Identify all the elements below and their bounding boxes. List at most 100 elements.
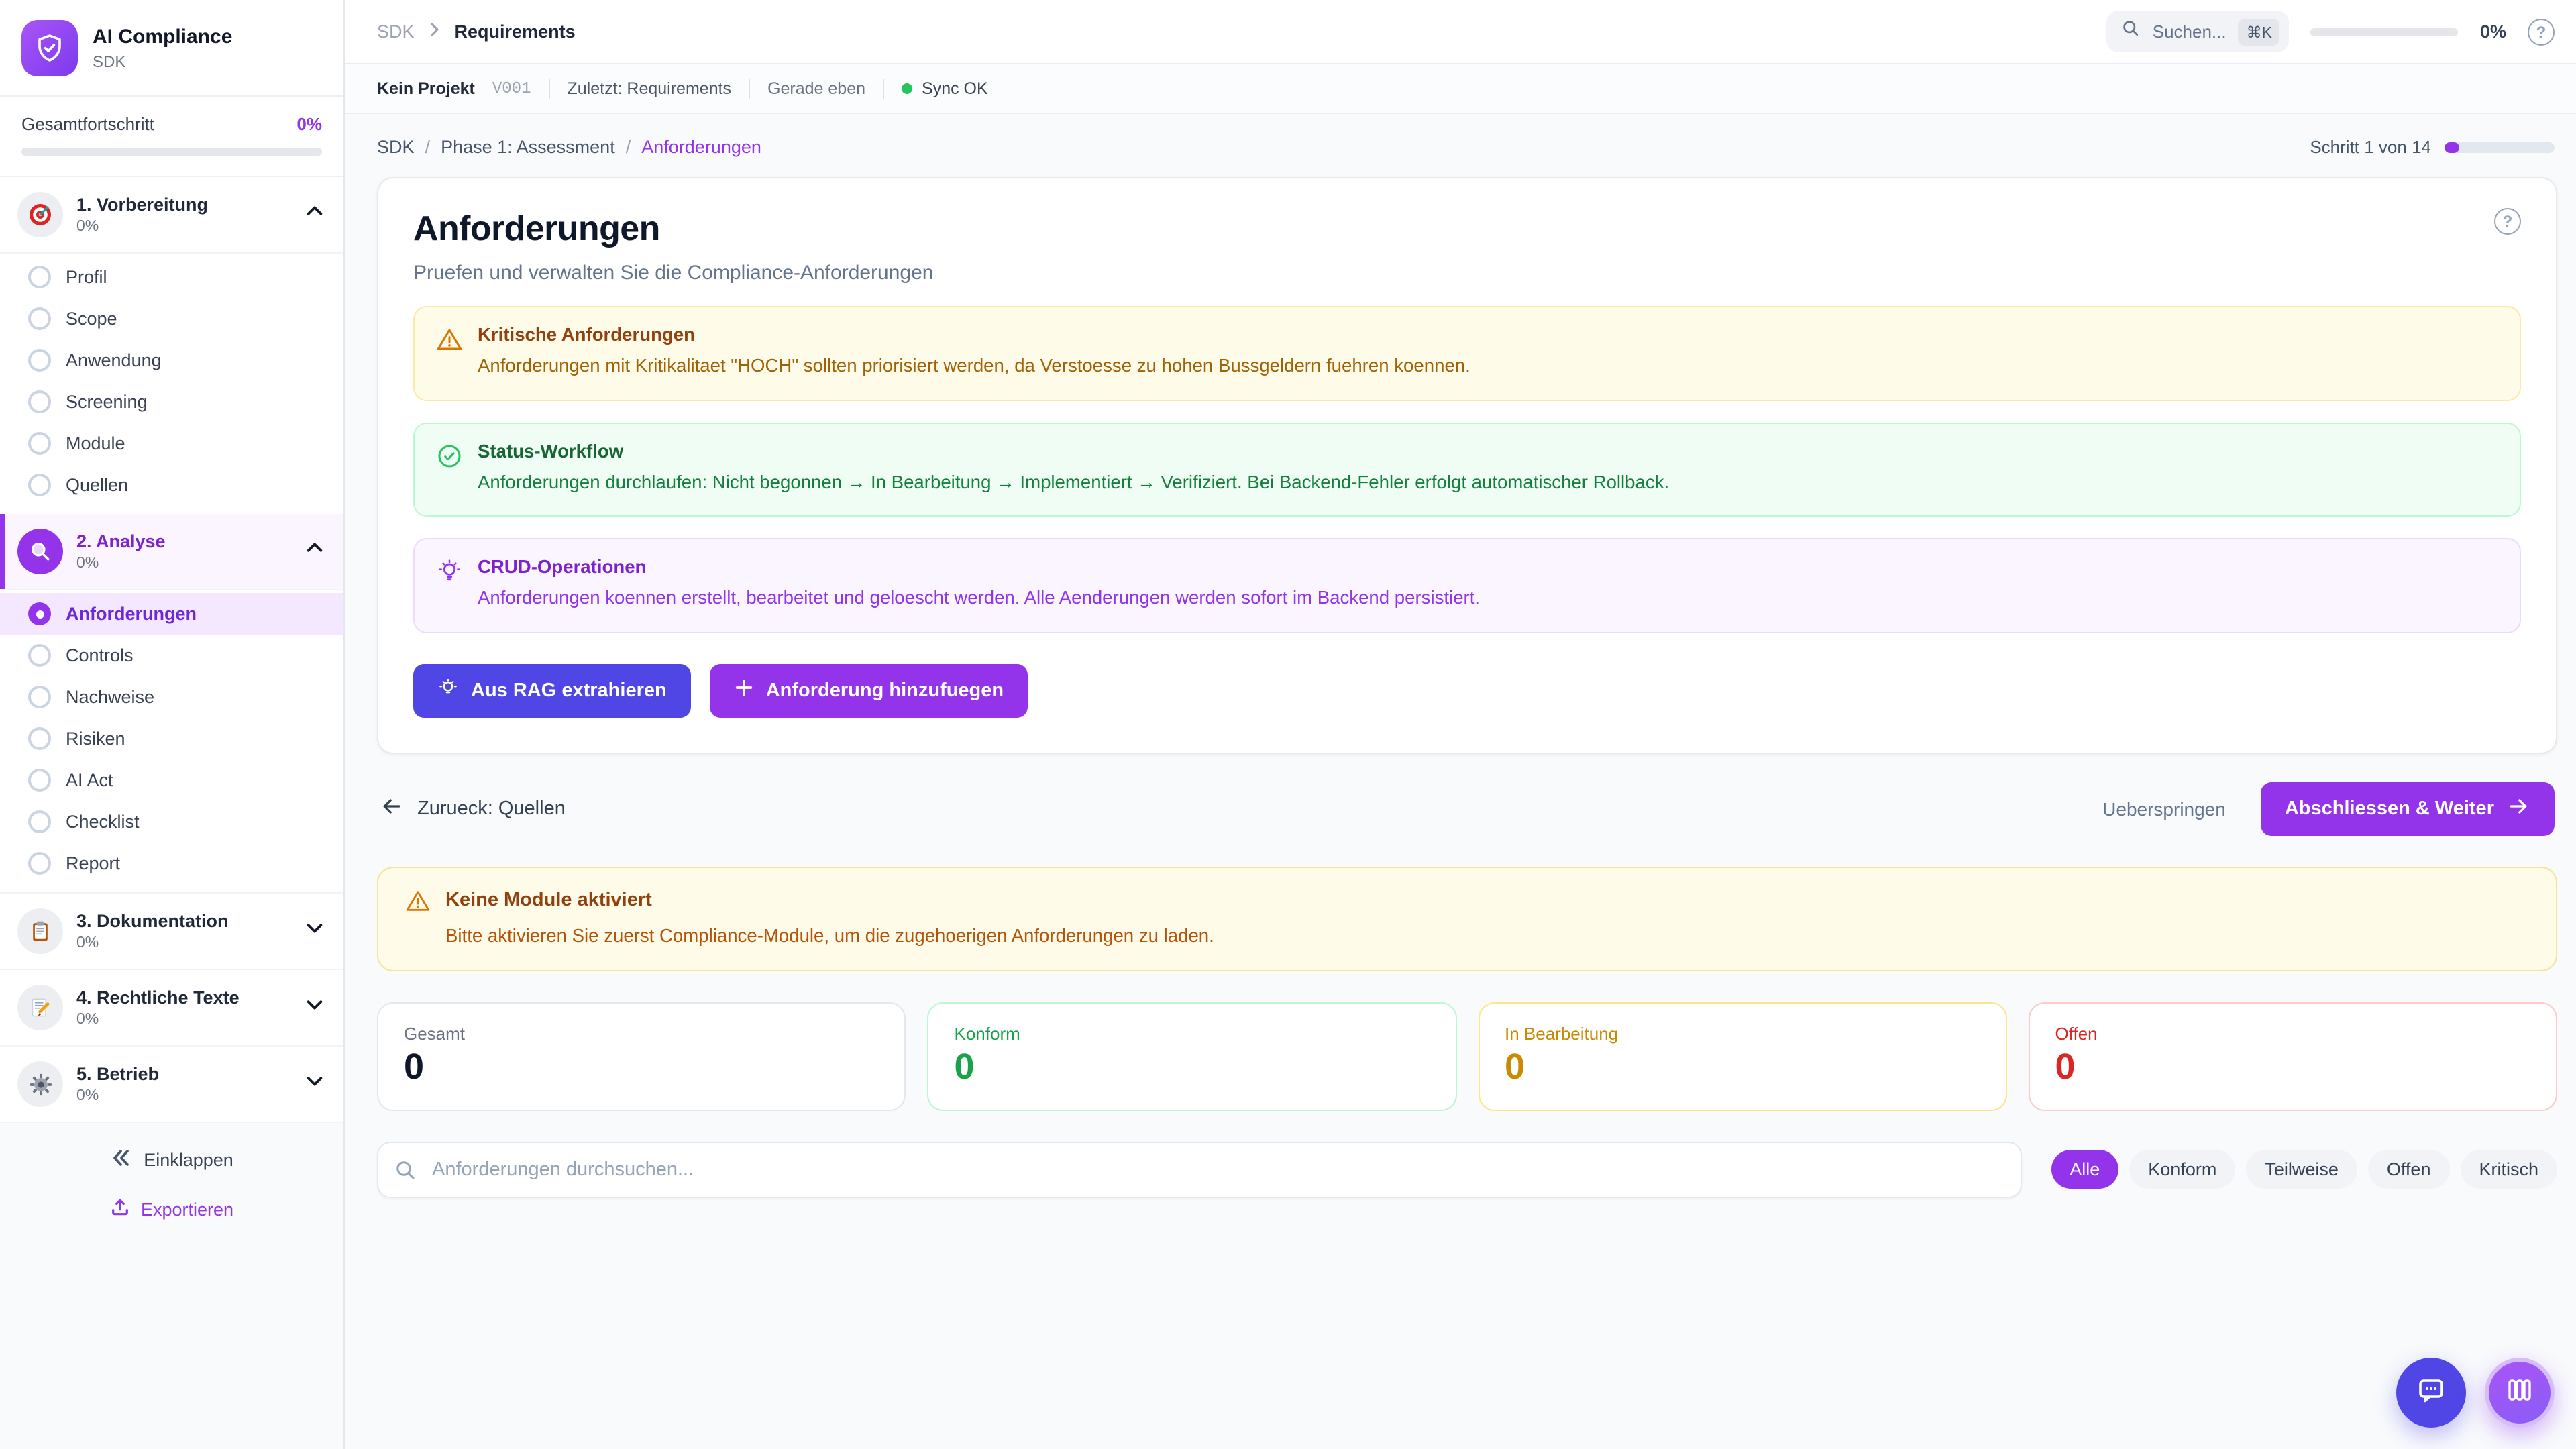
step-circle-icon (28, 390, 51, 413)
sidebar-item-profil[interactable]: Profil (0, 256, 343, 298)
chevron-down-icon (305, 918, 325, 945)
breadcrumb-current: Requirements (455, 21, 576, 42)
sidebar-sections: 1. Vorbereitung 0% Profil Scope Anwendun… (0, 177, 343, 1123)
sidebar-item-module[interactable]: Module (0, 423, 343, 464)
stat-card-konform: Konform 0 (928, 1002, 1457, 1111)
filter-row: Alle Konform Teilweise Offen Kritisch (377, 1142, 2557, 1198)
section-title: 3. Dokumentation (76, 910, 291, 933)
step-circle-icon (28, 266, 51, 288)
filter-chips: Alle Konform Teilweise Offen Kritisch (2051, 1150, 2557, 1189)
collapse-sidebar-button[interactable]: Einklappen (110, 1147, 233, 1173)
breadcrumb-current-page: Anforderungen (641, 137, 761, 157)
breadcrumb-phase[interactable]: Phase 1: Assessment (441, 137, 615, 157)
stats-row: Gesamt 0 Konform 0 In Bearbeitung 0 Offe… (377, 1002, 2557, 1111)
help-icon[interactable]: ? (2528, 18, 2555, 45)
finish-next-button[interactable]: Abschliessen & Weiter (2261, 782, 2555, 836)
page-breadcrumb-row: SDK / Phase 1: Assessment / Anforderunge… (345, 114, 2576, 174)
filter-chip-teilweise[interactable]: Teilweise (2246, 1150, 2357, 1189)
step-progress-fill (2445, 142, 2459, 152)
sidebar-section-dokumentation[interactable]: 3. Dokumentation 0% (0, 892, 343, 970)
section-percent: 0% (76, 936, 291, 952)
header-progress-bar (2311, 28, 2459, 36)
section-title: 2. Analyse (76, 531, 291, 553)
sidebar: AI Compliance SDK Gesamtfortschritt 0% 1… (0, 0, 345, 1449)
info-box-workflow: Status-Workflow Anforderungen durchlaufe… (413, 422, 2521, 517)
step-label: Schritt 1 von 14 (2310, 137, 2431, 157)
clipboard-icon (17, 908, 63, 954)
card-help-icon[interactable]: ? (2494, 208, 2521, 235)
lightbulb-icon (437, 678, 459, 704)
breadcrumb-root[interactable]: SDK (377, 21, 415, 42)
board-view-button[interactable] (2485, 1358, 2555, 1428)
requirements-card: Anforderungen ? Pruefen und verwalten Si… (377, 177, 2557, 754)
add-requirement-button[interactable]: Anforderung hinzufuegen (710, 664, 1028, 718)
memo-icon (17, 985, 63, 1030)
sidebar-section-analyse[interactable]: 2. Analyse 0% (0, 514, 343, 590)
skip-button[interactable]: Ueberspringen (2102, 798, 2226, 820)
section-percent: 0% (76, 1089, 291, 1105)
arrow-right-icon (2506, 794, 2530, 824)
step-circle-icon (28, 686, 51, 708)
sidebar-item-quellen[interactable]: Quellen (0, 464, 343, 506)
search-icon (2122, 19, 2141, 44)
sidebar-item-scope[interactable]: Scope (0, 298, 343, 339)
sync-ok-dot-icon (902, 83, 912, 94)
app-subtitle: SDK (93, 52, 232, 71)
filter-chip-alle[interactable]: Alle (2051, 1150, 2118, 1189)
breadcrumb-separator: / (626, 137, 631, 157)
sidebar-item-risiken[interactable]: Risiken (0, 718, 343, 759)
sidebar-item-report[interactable]: Report (0, 843, 343, 884)
step-progress-bar (2445, 142, 2555, 152)
header-progress-value: 0% (2480, 21, 2506, 42)
main-area: SDK Requirements Suchen... ⌘K 0% ? Kein … (345, 0, 2576, 1449)
sidebar-item-ai-act[interactable]: AI Act (0, 759, 343, 801)
breadcrumb-sdk[interactable]: SDK (377, 137, 415, 157)
version-badge: V001 (492, 79, 531, 98)
target-icon (17, 192, 63, 237)
section-title: 4. Rechtliche Texte (76, 987, 291, 1010)
sidebar-item-anforderungen[interactable]: Anforderungen (0, 593, 343, 635)
radio-selected-icon (28, 602, 51, 625)
gear-icon (17, 1061, 63, 1107)
app-title: AI Compliance (93, 25, 232, 50)
top-header: SDK Requirements Suchen... ⌘K 0% ? (345, 0, 2576, 64)
section-percent: 0% (76, 219, 291, 235)
overall-progress: Gesamtfortschritt 0% (0, 97, 343, 177)
stat-card-gesamt: Gesamt 0 (377, 1002, 906, 1111)
divider (749, 78, 750, 99)
stat-card-offen: Offen 0 (2029, 1002, 2558, 1111)
overall-progress-bar (21, 148, 322, 156)
sync-status: Sync OK (902, 79, 988, 98)
page-title: Anforderungen (413, 208, 660, 250)
info-box-crud: CRUD-Operationen Anforderungen koennen e… (413, 539, 2521, 633)
sidebar-item-checklist[interactable]: Checklist (0, 801, 343, 843)
step-circle-icon (28, 644, 51, 667)
filter-chip-kritisch[interactable]: Kritisch (2460, 1150, 2557, 1189)
info-box-critical: Kritische Anforderungen Anforderungen mi… (413, 306, 2521, 400)
sidebar-section-betrieb[interactable]: 5. Betrieb 0% (0, 1046, 343, 1123)
sidebar-section-rechtliche-texte[interactable]: 4. Rechtliche Texte 0% (0, 970, 343, 1046)
extract-from-rag-button[interactable]: Aus RAG extrahieren (413, 664, 691, 718)
overall-progress-value: 0% (297, 114, 322, 134)
step-circle-icon (28, 727, 51, 750)
filter-chip-offen[interactable]: Offen (2368, 1150, 2450, 1189)
sidebar-section-vorbereitung[interactable]: 1. Vorbereitung 0% (0, 177, 343, 254)
brand: AI Compliance SDK (0, 0, 343, 97)
filter-chip-konform[interactable]: Konform (2129, 1150, 2235, 1189)
page-content: Anforderungen ? Pruefen und verwalten Si… (345, 174, 2576, 1449)
back-button[interactable]: Zurueck: Quellen (380, 794, 566, 824)
requirements-search (377, 1142, 2021, 1198)
overall-progress-label: Gesamtfortschritt (21, 114, 154, 134)
lightbulb-icon (436, 559, 463, 586)
sidebar-item-screening[interactable]: Screening (0, 381, 343, 423)
sidebar-item-anwendung[interactable]: Anwendung (0, 339, 343, 381)
warning-triangle-icon (405, 888, 431, 914)
global-search-button[interactable]: Suchen... ⌘K (2107, 11, 2290, 52)
sidebar-item-controls[interactable]: Controls (0, 635, 343, 676)
requirements-search-input[interactable] (377, 1142, 2021, 1198)
export-button[interactable]: Exportieren (110, 1197, 233, 1221)
wizard-nav: Zurueck: Quellen Ueberspringen Abschlies… (377, 782, 2557, 836)
sidebar-item-nachweise[interactable]: Nachweise (0, 676, 343, 718)
page-subtitle: Pruefen und verwalten Sie die Compliance… (413, 262, 2521, 284)
chat-assistant-button[interactable] (2396, 1358, 2466, 1428)
